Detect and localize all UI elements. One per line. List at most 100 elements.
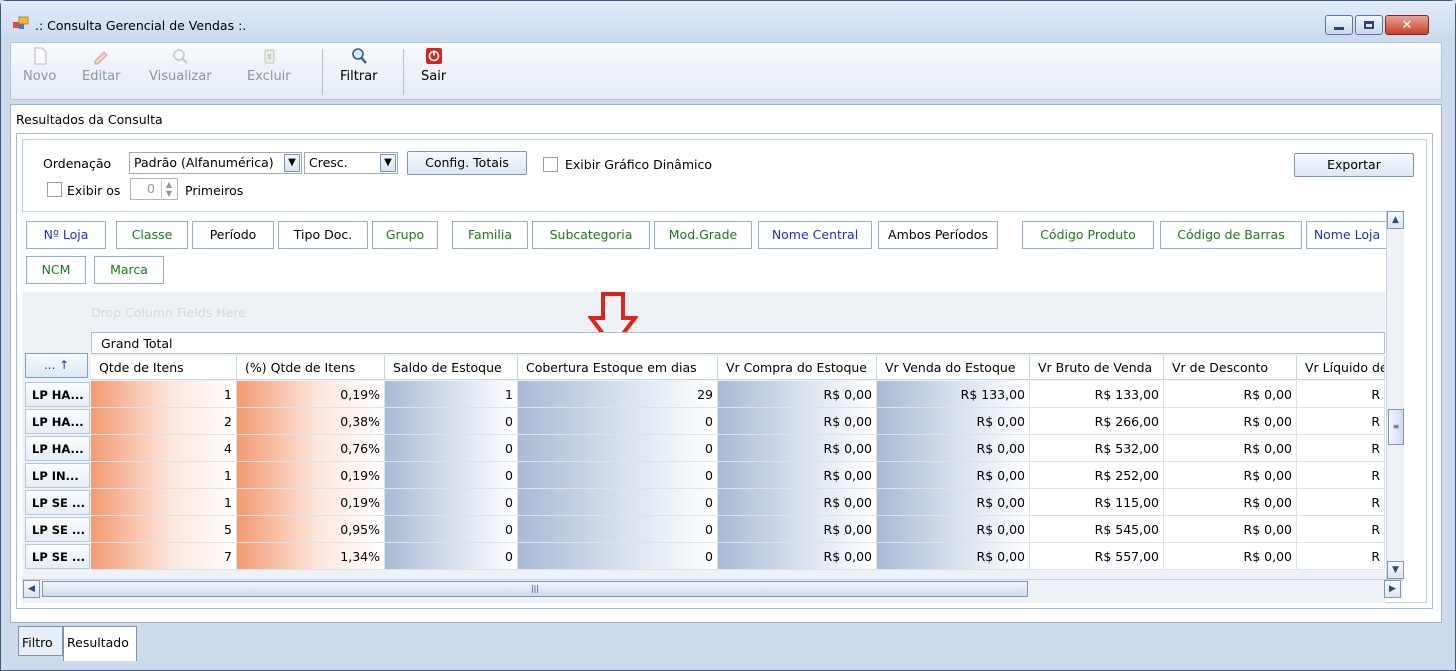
row-header[interactable]: LP SE ... bbox=[25, 490, 90, 515]
pivot-field-familia[interactable]: Familia bbox=[452, 221, 528, 249]
direction-select[interactable]: Cresc. ▼ bbox=[304, 152, 398, 174]
novo-label: Novo bbox=[23, 69, 57, 84]
primeiros-label: Primeiros bbox=[185, 183, 244, 198]
pivot-grid: Nº Loja Classe Período Tipo Doc. Grupo Famili… bbox=[22, 211, 1388, 603]
excluir-button[interactable]: Excluir bbox=[247, 47, 291, 84]
table-cell: R$ 0,00 bbox=[877, 516, 1030, 543]
table-cell: 0 bbox=[518, 543, 718, 570]
table-cell: 0,95% bbox=[237, 516, 385, 543]
filtrar-button[interactable]: Filtrar bbox=[340, 47, 378, 84]
edit-icon bbox=[94, 51, 108, 65]
pivot-field-c-digo-de-barras[interactable]: Código de Barras bbox=[1160, 221, 1302, 249]
row-header[interactable]: LP HA... bbox=[25, 409, 90, 434]
table-cell: 0,76% bbox=[237, 435, 385, 462]
primeiros-count-input[interactable]: 0 ▲ ▼ bbox=[130, 178, 178, 200]
column-header[interactable]: Vr de Desconto bbox=[1164, 356, 1297, 380]
scroll-right-icon[interactable]: ▶ bbox=[1384, 580, 1401, 598]
table-cell: 0 bbox=[385, 408, 518, 435]
maximize-button[interactable] bbox=[1355, 15, 1383, 35]
row-header[interactable]: LP HA... bbox=[25, 382, 90, 407]
pivot-field-n-loja[interactable]: Nº Loja bbox=[26, 221, 106, 249]
exportar-button[interactable]: Exportar bbox=[1294, 153, 1414, 177]
pivot-field-ncm[interactable]: NCM bbox=[26, 256, 86, 284]
pivot-field-per-odo[interactable]: Período bbox=[192, 221, 274, 249]
pivot-field-ambos-per-odos[interactable]: Ambos Períodos bbox=[878, 221, 998, 249]
close-button[interactable]: ✕ bbox=[1385, 15, 1429, 35]
table-cell: 4 bbox=[91, 435, 237, 462]
drop-column-hint: Drop Column Fields Here bbox=[91, 305, 246, 320]
title-bar[interactable]: .: Consulta Gerencial de Vendas :. ✕ bbox=[1, 1, 1455, 41]
horizontal-scrollbar[interactable]: ◀ ||| ▶ bbox=[22, 579, 1403, 598]
table-row[interactable]: LP HA... 1 0,19% 1 29 R$ 0,00 R$ 133,00 R$ 133,… bbox=[22, 381, 1385, 408]
pivot-field-mod-grade[interactable]: Mod.Grade bbox=[654, 221, 752, 249]
horizontal-scroll-thumb[interactable]: ||| bbox=[42, 581, 1028, 597]
spinner-arrows-icon[interactable]: ▲ ▼ bbox=[161, 180, 176, 198]
column-header[interactable]: Vr Bruto de Venda bbox=[1030, 356, 1164, 380]
table-cell: R bbox=[1297, 408, 1385, 435]
sair-button[interactable]: Sair bbox=[421, 47, 446, 84]
results-group: Resultados da Consulta Ordenação Padrão … bbox=[10, 104, 1442, 623]
scroll-left-icon[interactable]: ◀ bbox=[23, 580, 40, 598]
minimize-button[interactable] bbox=[1325, 15, 1353, 35]
tab-filtro[interactable]: Filtro bbox=[18, 626, 63, 656]
table-cell: R$ 545,00 bbox=[1030, 516, 1164, 543]
row-header[interactable]: LP SE ... bbox=[25, 544, 90, 569]
tab-resultado[interactable]: Resultado bbox=[63, 626, 137, 661]
novo-button[interactable]: Novo bbox=[23, 47, 56, 84]
config-totais-button[interactable]: Config. Totais bbox=[407, 151, 527, 175]
editar-button[interactable]: Editar bbox=[82, 47, 121, 84]
table-cell: 0,19% bbox=[237, 381, 385, 408]
results-group-title: Resultados da Consulta bbox=[16, 112, 163, 127]
pivot-field-tipo-doc-[interactable]: Tipo Doc. bbox=[278, 221, 368, 249]
table-row[interactable]: LP SE ... 7 1,34% 0 0 R$ 0,00 R$ 0,00 R$ 557,00… bbox=[22, 543, 1385, 570]
table-row[interactable]: LP HA... 2 0,38% 0 0 R$ 0,00 R$ 0,00 R$ 266,00 R… bbox=[22, 408, 1385, 435]
pivot-field-marca[interactable]: Marca bbox=[94, 256, 164, 284]
table-cell: R$ 0,00 bbox=[1164, 489, 1297, 516]
scroll-up-icon[interactable]: ▲ bbox=[1387, 211, 1404, 229]
table-cell: R$ 0,00 bbox=[877, 543, 1030, 570]
column-header[interactable]: Qtde de Itens bbox=[91, 356, 237, 380]
table-row[interactable]: LP HA... 4 0,76% 0 0 R$ 0,00 R$ 0,00 R$ 532,00 R… bbox=[22, 435, 1385, 462]
column-header[interactable]: Vr Compra do Estoque bbox=[718, 356, 877, 380]
table-cell: R$ 0,00 bbox=[877, 489, 1030, 516]
table-row[interactable]: LP IN... 1 0,19% 0 0 R$ 0,00 R$ 0,00 R$ 252,00 R… bbox=[22, 462, 1385, 489]
visualizar-button[interactable]: Visualizar bbox=[149, 47, 212, 84]
table-cell: R$ 0,00 bbox=[718, 408, 877, 435]
row-header[interactable]: LP IN... bbox=[25, 463, 90, 488]
column-header[interactable]: (%) Qtde de Itens bbox=[237, 356, 385, 380]
table-cell: R$ 532,00 bbox=[1030, 435, 1164, 462]
table-cell: 0,19% bbox=[237, 489, 385, 516]
table-cell: R$ 0,00 bbox=[718, 543, 877, 570]
table-cell: 1 bbox=[91, 381, 237, 408]
table-cell: 0 bbox=[385, 543, 518, 570]
column-header[interactable]: Saldo de Estoque bbox=[385, 356, 518, 380]
pivot-field-grupo[interactable]: Grupo bbox=[372, 221, 438, 249]
table-cell: R bbox=[1297, 435, 1385, 462]
pivot-field-subcategoria[interactable]: Subcategoria bbox=[532, 221, 650, 249]
column-header[interactable]: Cobertura Estoque em dias bbox=[518, 356, 718, 380]
table-row[interactable]: LP SE ... 1 0,19% 0 0 R$ 0,00 R$ 0,00 R$ 115,00… bbox=[22, 489, 1385, 516]
column-header[interactable]: Vr Venda do Estoque bbox=[877, 356, 1030, 380]
table-cell: 0 bbox=[385, 435, 518, 462]
vertical-scroll-thumb[interactable]: ≡ bbox=[1388, 409, 1404, 445]
chevron-down-icon[interactable]: ▼ bbox=[380, 154, 396, 172]
pivot-field-nome-central[interactable]: Nome Central bbox=[758, 221, 872, 249]
pivot-field-nome-loja[interactable]: Nome Loja bbox=[1306, 221, 1388, 249]
exibir-os-checkbox[interactable] bbox=[47, 182, 62, 197]
vertical-scrollbar[interactable]: ▲ ≡ ▼ bbox=[1386, 211, 1404, 579]
table-cell: 1 bbox=[91, 489, 237, 516]
row-header[interactable]: LP HA... bbox=[25, 436, 90, 461]
pivot-field-classe[interactable]: Classe bbox=[116, 221, 188, 249]
table-cell: R$ 0,00 bbox=[877, 462, 1030, 489]
table-cell: 0 bbox=[518, 408, 718, 435]
pivot-field-c-digo-produto[interactable]: Código Produto bbox=[1022, 221, 1154, 249]
ordenacao-select[interactable]: Padrão (Alfanumérica) ▼ bbox=[129, 152, 302, 174]
table-row[interactable]: LP SE ... 5 0,95% 0 0 R$ 0,00 R$ 0,00 R$ 545,00… bbox=[22, 516, 1385, 543]
exibir-grafico-checkbox[interactable] bbox=[543, 157, 558, 172]
column-header[interactable]: Vr Líquido de bbox=[1297, 356, 1385, 380]
row-header[interactable]: LP SE ... bbox=[25, 517, 90, 542]
scroll-down-icon[interactable]: ▼ bbox=[1387, 561, 1404, 579]
chevron-down-icon[interactable]: ▼ bbox=[284, 154, 300, 172]
new-document-icon bbox=[34, 47, 47, 65]
row-sort-button[interactable]: ... ↑ bbox=[25, 353, 88, 378]
